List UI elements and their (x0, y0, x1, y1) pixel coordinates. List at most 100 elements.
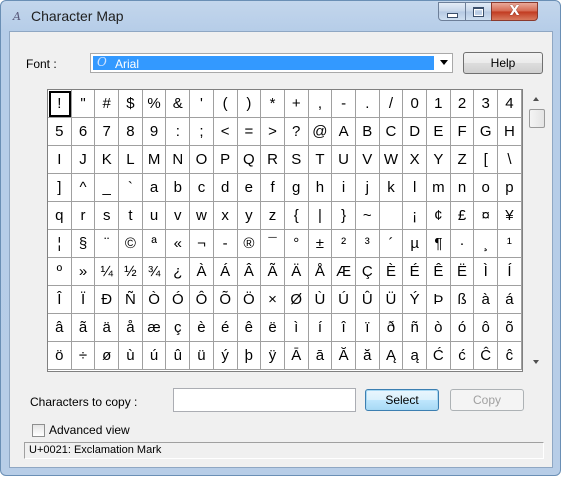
character-cell[interactable]: $ (119, 90, 143, 118)
character-cell[interactable]: ò (427, 314, 451, 342)
character-cell[interactable]: O (190, 146, 214, 174)
character-cell[interactable]: V (355, 146, 380, 174)
character-cell[interactable]: ý (213, 342, 238, 370)
character-cell[interactable]: ¼ (95, 258, 120, 286)
character-cell[interactable]: ú (142, 342, 167, 370)
character-cell[interactable]: Ú (332, 286, 356, 314)
character-cell[interactable]: [ (474, 146, 499, 174)
character-cell[interactable]: è (190, 314, 214, 342)
character-cell[interactable]: k (379, 174, 404, 202)
grid-scrollbar[interactable] (529, 89, 546, 372)
character-cell[interactable]: = (237, 118, 262, 146)
character-cell[interactable]: 8 (119, 118, 143, 146)
character-cell[interactable]: 4 (498, 90, 522, 118)
scroll-up-icon[interactable] (533, 97, 539, 101)
character-cell[interactable]: Ì (474, 258, 499, 286)
character-cell[interactable]: , (308, 90, 333, 118)
character-cell[interactable]: ; (190, 118, 214, 146)
character-cell[interactable]: w (190, 202, 214, 230)
character-cell[interactable]: ü (190, 342, 214, 370)
character-cell[interactable]: £ (450, 202, 475, 230)
character-cell[interactable]: % (142, 90, 167, 118)
character-cell[interactable]: µ (403, 230, 427, 258)
character-cell[interactable]: C (379, 118, 404, 146)
advanced-view-checkbox[interactable] (32, 424, 45, 437)
character-cell[interactable]: Ă (332, 342, 356, 370)
character-cell[interactable]: M (142, 146, 167, 174)
character-cell[interactable]: ø (95, 342, 120, 370)
character-cell[interactable]: y (237, 202, 262, 230)
character-cell[interactable]: ? (284, 118, 309, 146)
character-cell[interactable]: » (71, 258, 96, 286)
character-cell[interactable]: ÷ (71, 342, 96, 370)
character-cell[interactable]: Ö (237, 286, 262, 314)
character-cell[interactable]: Ó (166, 286, 191, 314)
help-button[interactable]: Help (463, 52, 543, 74)
character-cell[interactable]: ñ (403, 314, 427, 342)
character-cell[interactable]: ` (119, 174, 143, 202)
character-cell[interactable]: > (261, 118, 285, 146)
character-cell[interactable]: X (403, 146, 427, 174)
character-cell[interactable]: Z (450, 146, 475, 174)
character-cell[interactable]: ¿ (166, 258, 191, 286)
character-cell[interactable]: D (403, 118, 427, 146)
character-cell[interactable]: s (95, 202, 120, 230)
character-cell[interactable]: å (119, 314, 143, 342)
character-cell[interactable]: 6 (71, 118, 96, 146)
chevron-down-icon[interactable] (440, 60, 448, 65)
character-cell[interactable]: P (213, 146, 238, 174)
character-cell[interactable]: ´ (379, 230, 404, 258)
character-cell[interactable]: S (284, 146, 309, 174)
character-cell[interactable]: Ĉ (474, 342, 499, 370)
scroll-down-icon[interactable] (533, 360, 539, 364)
character-cell[interactable]: + (284, 90, 309, 118)
character-cell[interactable]: g (284, 174, 309, 202)
character-cell[interactable]: ½ (119, 258, 143, 286)
character-cell[interactable]: I (48, 146, 72, 174)
character-cell[interactable]: n (450, 174, 475, 202)
character-cell[interactable]: 2 (450, 90, 475, 118)
character-cell[interactable]: Û (355, 286, 380, 314)
character-cell[interactable]: o (474, 174, 499, 202)
character-cell[interactable]: N (166, 146, 191, 174)
character-cell[interactable]: ² (332, 230, 356, 258)
character-cell[interactable]: ä (95, 314, 120, 342)
character-cell[interactable]: @ (308, 118, 333, 146)
character-cell[interactable]: Á (213, 258, 238, 286)
character-cell[interactable]: 9 (142, 118, 167, 146)
character-cell[interactable]: d (213, 174, 238, 202)
character-cell[interactable]: { (284, 202, 309, 230)
character-cell[interactable]: Ï (71, 286, 96, 314)
character-cell[interactable]: ï (355, 314, 380, 342)
character-cell[interactable]: Ù (308, 286, 333, 314)
character-cell[interactable]: j (355, 174, 380, 202)
character-cell[interactable]: È (379, 258, 404, 286)
character-cell[interactable]: 7 (95, 118, 120, 146)
character-cell[interactable]: ð (379, 314, 404, 342)
character-cell[interactable]: ¯ (261, 230, 285, 258)
character-cell[interactable]: 1 (427, 90, 451, 118)
character-cell[interactable]: ¥ (498, 202, 522, 230)
character-cell[interactable]: ó (450, 314, 475, 342)
character-cell[interactable]: ą (403, 342, 427, 370)
character-cell[interactable]: E (427, 118, 451, 146)
character-cell[interactable]: - (213, 230, 238, 258)
character-cell[interactable]: Ã (261, 258, 285, 286)
character-cell[interactable]: - (332, 90, 356, 118)
character-cell[interactable]: Ā (284, 342, 309, 370)
character-cell[interactable]: á (498, 286, 522, 314)
character-cell[interactable]: ¾ (142, 258, 167, 286)
character-cell[interactable]: i (332, 174, 356, 202)
character-cell[interactable]: ÿ (261, 342, 285, 370)
character-cell[interactable]: ! (48, 90, 72, 118)
character-cell[interactable]: × (261, 286, 285, 314)
character-cell[interactable]: b (166, 174, 191, 202)
character-cell[interactable]: é (213, 314, 238, 342)
character-cell[interactable]: õ (498, 314, 522, 342)
character-cell[interactable]: Ć (427, 342, 451, 370)
character-cell[interactable]: W (379, 146, 404, 174)
character-cell[interactable]: R (261, 146, 285, 174)
character-cell[interactable]: Q (237, 146, 262, 174)
character-cell[interactable]: Y (427, 146, 451, 174)
character-cell[interactable]: º (48, 258, 72, 286)
